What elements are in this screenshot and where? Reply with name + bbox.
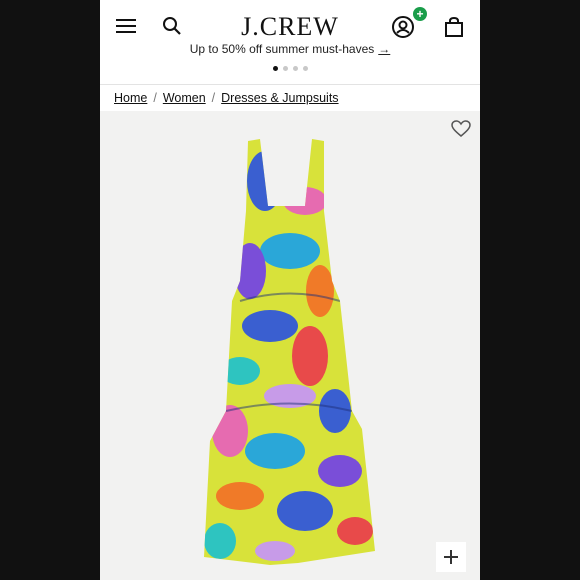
- wishlist-button[interactable]: [450, 118, 472, 140]
- phone-viewport: J.CREW + Up to 50% off summer must-haves…: [100, 0, 480, 580]
- breadcrumb-dresses[interactable]: Dresses & Jumpsuits: [221, 91, 338, 105]
- breadcrumb-separator: /: [211, 91, 216, 105]
- breadcrumb: Home / Women / Dresses & Jumpsuits: [114, 91, 339, 105]
- carousel-dot[interactable]: [302, 66, 308, 71]
- product-image-area[interactable]: [100, 111, 480, 580]
- breadcrumb-separator: /: [153, 91, 157, 105]
- heart-icon: [451, 120, 471, 137]
- carousel-dots: [100, 66, 480, 71]
- breadcrumb-home[interactable]: Home: [114, 91, 147, 105]
- bag-button[interactable]: [441, 14, 467, 40]
- promo-banner[interactable]: Up to 50% off summer must-haves →: [100, 40, 480, 58]
- promo-text: Up to 50% off summer must-haves: [189, 42, 375, 56]
- account-button[interactable]: [390, 14, 416, 40]
- bag-icon: [445, 16, 463, 37]
- product-dress-image: [204, 139, 375, 565]
- header-divider: [100, 84, 480, 85]
- account-icon: [392, 16, 414, 38]
- carousel-dot[interactable]: [272, 66, 278, 71]
- breadcrumb-women[interactable]: Women: [163, 91, 206, 105]
- plus-icon: [444, 550, 458, 564]
- promo-link[interactable]: →: [378, 42, 390, 56]
- carousel-dot[interactable]: [292, 66, 298, 71]
- zoom-button[interactable]: [436, 542, 466, 572]
- carousel-dot[interactable]: [282, 66, 288, 71]
- account-badge: +: [413, 7, 427, 21]
